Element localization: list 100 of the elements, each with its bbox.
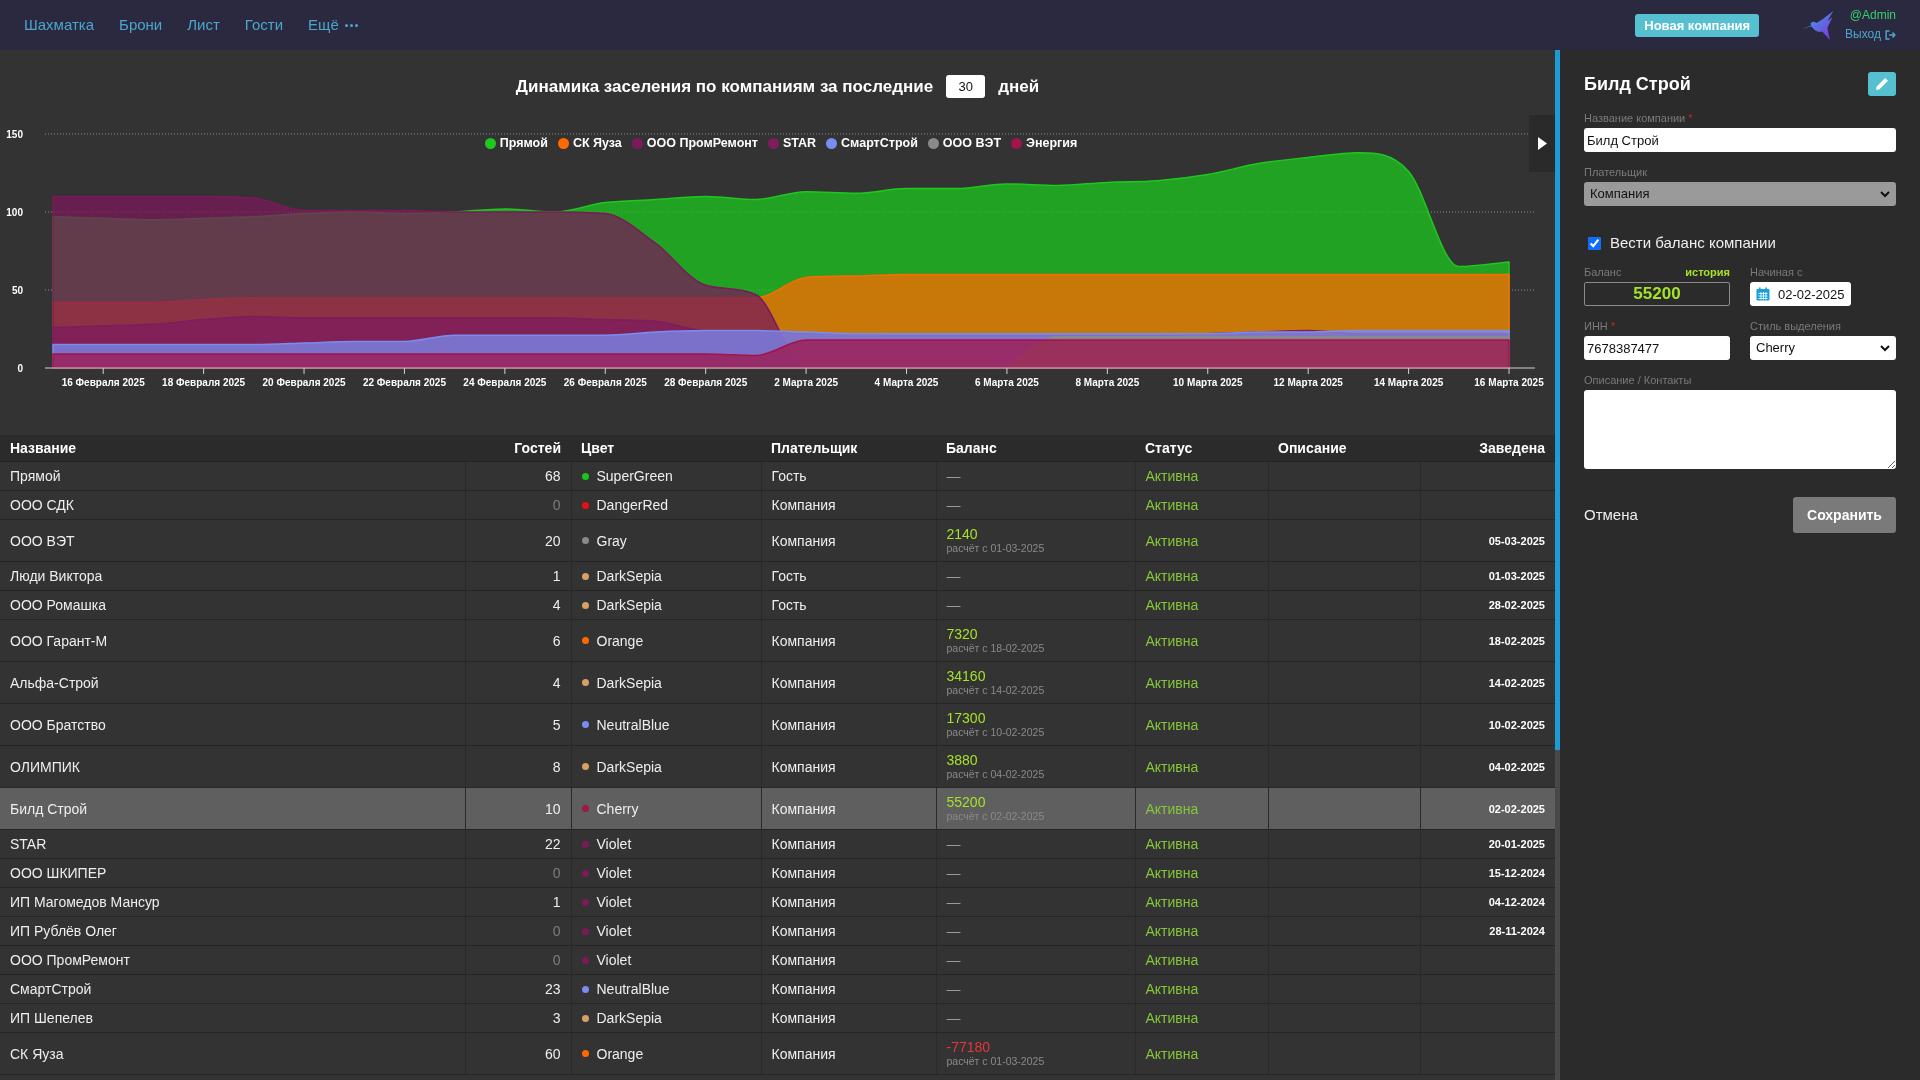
guests-cell: 20 xyxy=(465,519,571,562)
balance-amount: 55200 xyxy=(946,794,986,810)
payer-cell: Компания xyxy=(761,519,936,562)
guests-cell: 10 xyxy=(465,787,571,830)
company-name-cell: ООО ПромРемонт xyxy=(0,945,465,975)
chart-title: Динамика заселения по компаниям за последние xyxy=(515,76,934,98)
status-cell: Активна xyxy=(1135,887,1268,917)
company-name-cell: ИП Магомедов Мансур xyxy=(0,887,465,917)
status-cell: Активна xyxy=(1135,1003,1268,1033)
x-axis-label: 16 Марта 2025 xyxy=(1474,377,1544,388)
x-axis-label: 24 Февраля 2025 xyxy=(463,377,547,388)
company-name-cell: СмартСтрой xyxy=(0,974,465,1004)
color-name: NeutralBlue xyxy=(596,981,670,997)
payer-cell: Компания xyxy=(761,703,936,746)
balance-cell: — xyxy=(936,916,1135,946)
y-axis-label: 50 xyxy=(11,284,23,296)
color-name: Gray xyxy=(596,532,627,549)
status-cell: Активна xyxy=(1135,519,1268,562)
balance-cell: — xyxy=(936,490,1135,520)
x-axis-label: 28 Февраля 2025 xyxy=(664,377,748,388)
y-axis-label: 100 xyxy=(6,206,23,218)
company-name-cell: ООО ВЭТ xyxy=(0,519,465,562)
x-axis-label: 26 Февраля 2025 xyxy=(563,377,647,388)
field-label: Начиная с xyxy=(1750,265,1803,279)
company-name-cell: Билд Строй xyxy=(0,787,465,830)
balance-cell: — xyxy=(936,590,1135,620)
balance-note: расчёт с 18-02-2025 xyxy=(946,642,1045,655)
days-label: дней xyxy=(998,76,1040,98)
color-name: DarkSepia xyxy=(596,758,662,775)
company-name-cell: ООО СДК xyxy=(0,490,465,520)
x-axis-label: 12 Марта 2025 xyxy=(1273,377,1343,388)
payer-cell: Гость xyxy=(761,561,936,591)
color-name: Violet xyxy=(596,894,632,910)
guests-cell: 0 xyxy=(465,916,571,946)
color-name: DarkSepia xyxy=(596,674,662,691)
guests-cell: 0 xyxy=(465,945,571,975)
y-axis-label: 150 xyxy=(6,128,23,140)
x-axis-label: 10 Марта 2025 xyxy=(1173,377,1243,388)
payer-cell: Компания xyxy=(761,945,936,975)
status-cell: Активна xyxy=(1135,590,1268,620)
guests-cell: 68 xyxy=(465,461,571,491)
color-name: Violet xyxy=(596,836,632,852)
y-axis-label: 0 xyxy=(17,362,23,374)
payer-cell: Компания xyxy=(761,619,936,662)
guests-cell: 60 xyxy=(465,1032,571,1075)
status-cell: Активна xyxy=(1135,661,1268,704)
company-name-cell: ООО ШКИПЕР xyxy=(0,858,465,888)
x-axis-label: 22 Февраля 2025 xyxy=(362,377,446,388)
guests-cell: 0 xyxy=(465,490,571,520)
color-name: SuperGreen xyxy=(596,468,673,484)
color-name: DarkSepia xyxy=(596,568,662,584)
field-label: Баланс xyxy=(1584,265,1622,279)
guests-cell: 0 xyxy=(465,858,571,888)
balance-cell: — xyxy=(936,945,1135,975)
color-name: Violet xyxy=(596,952,632,968)
status-cell: Активна xyxy=(1135,858,1268,888)
x-axis-label: 8 Марта 2025 xyxy=(1075,377,1140,388)
company-name-cell: ОЛИМПИК xyxy=(0,745,465,788)
balance-note: расчёт с 04-02-2025 xyxy=(946,768,1045,781)
company-name-cell: ИП Шепелев xyxy=(0,1003,465,1033)
balance-cell: — xyxy=(936,887,1135,917)
payer-cell: Компания xyxy=(761,787,936,830)
guests-cell: 4 xyxy=(465,661,571,704)
balance-cell: — xyxy=(936,858,1135,888)
balance-cell: — xyxy=(936,461,1135,491)
payer-cell: Компания xyxy=(761,829,936,859)
balance-cell: — xyxy=(936,561,1135,591)
balance-note: расчёт с 10-02-2025 xyxy=(946,726,1045,739)
balance-cell: — xyxy=(936,974,1135,1004)
field-label: Название компании * xyxy=(1584,111,1693,125)
status-cell: Активна xyxy=(1135,619,1268,662)
payer-cell: Компания xyxy=(761,745,936,788)
field-label: Стиль выделения xyxy=(1750,319,1841,333)
company-name-cell: Прямой xyxy=(0,461,465,491)
field-label: Описание / Контакты xyxy=(1584,373,1692,387)
payer-cell: Гость xyxy=(761,590,936,620)
payer-cell: Компания xyxy=(761,916,936,946)
payer-cell: Гость xyxy=(761,461,936,491)
guests-cell: 8 xyxy=(465,745,571,788)
balance-note: расчёт с 01-03-2025 xyxy=(946,542,1045,555)
status-cell: Активна xyxy=(1135,703,1268,746)
panel-title: Билд Строй xyxy=(1584,73,1691,96)
company-name-cell: СК Яуза xyxy=(0,1032,465,1075)
balance-cell: — xyxy=(936,829,1135,859)
status-cell: Активна xyxy=(1135,1032,1268,1075)
payer-cell: Компания xyxy=(761,490,936,520)
company-name-cell: ООО Ромашка xyxy=(0,590,465,620)
guests-cell: 4 xyxy=(465,590,571,620)
status-cell: Активна xyxy=(1135,745,1268,788)
guests-cell: 1 xyxy=(465,561,571,591)
guests-cell: 1 xyxy=(465,887,571,917)
color-name: DangerRed xyxy=(596,497,669,513)
guests-cell: 23 xyxy=(465,974,571,1004)
guests-cell: 5 xyxy=(465,703,571,746)
color-name: DarkSepia xyxy=(596,1010,662,1026)
payer-cell: Компания xyxy=(761,858,936,888)
checkbox-label: Вести баланс компании xyxy=(1610,233,1776,253)
field-label: ИНН * xyxy=(1584,319,1616,333)
color-name: NeutralBlue xyxy=(596,716,670,733)
x-axis-label: 4 Марта 2025 xyxy=(874,377,939,388)
